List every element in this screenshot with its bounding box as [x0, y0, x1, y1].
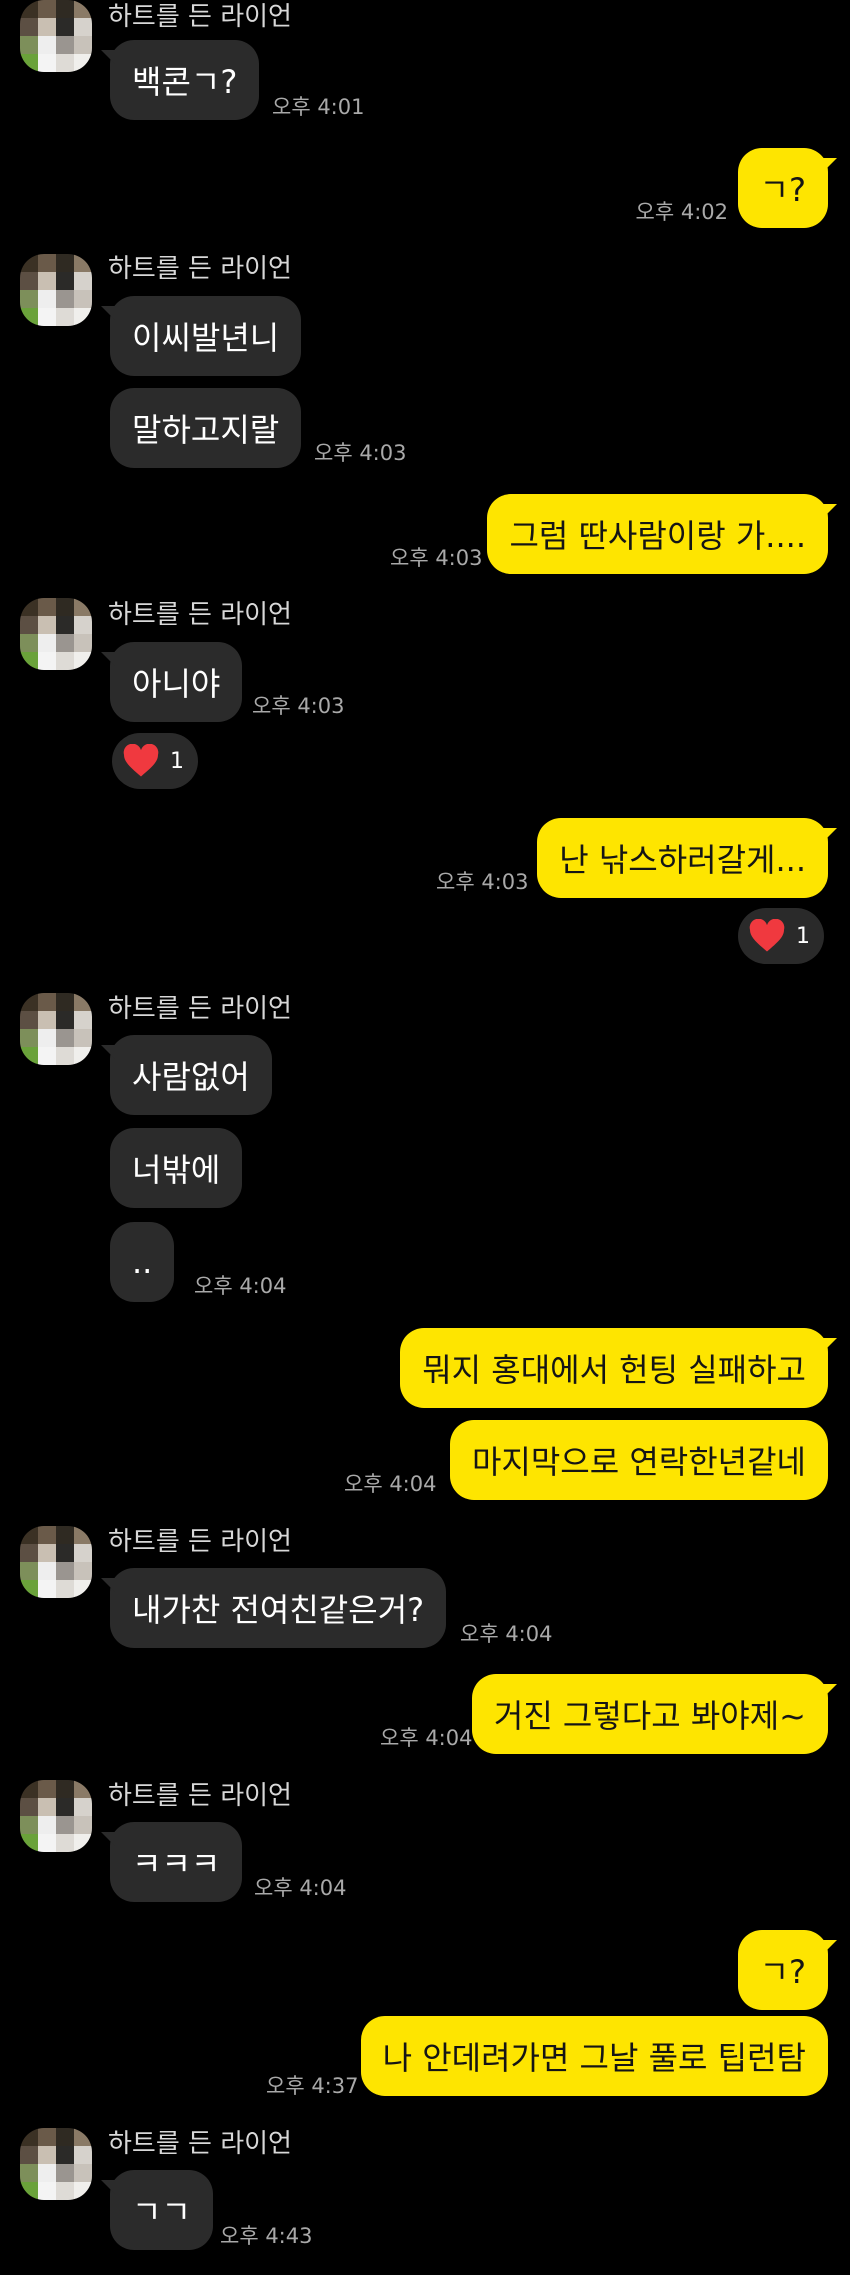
- message-time: 오후 4:43: [220, 2224, 313, 2248]
- contact-avatar[interactable]: [20, 598, 92, 670]
- contact-name: 하트를 든 라이언: [108, 1781, 292, 1811]
- heart-icon: [749, 919, 785, 952]
- message-time: 오후 4:03: [252, 694, 345, 718]
- message-bubble-incoming[interactable]: 아니야: [100, 642, 243, 722]
- reaction-badge[interactable]: 1: [112, 733, 198, 789]
- message-bubble-outgoing[interactable]: ㄱ?: [737, 148, 838, 228]
- contact-avatar[interactable]: [20, 993, 92, 1065]
- message-bubble-incoming[interactable]: 말하고지랄: [110, 388, 302, 468]
- message-bubble-outgoing[interactable]: ㄱ?: [737, 1930, 838, 2010]
- message-bubble-incoming[interactable]: ㄱㄱ: [101, 2170, 213, 2250]
- message-bubble-incoming[interactable]: 내가찬 전여친같은거?: [100, 1568, 447, 1648]
- contact-name: 하트를 든 라이언: [108, 1527, 292, 1557]
- message-bubble-outgoing[interactable]: 난 낚스하러갈게...: [537, 818, 837, 898]
- message-time: 오후 4:03: [390, 546, 483, 570]
- message-bubble-incoming[interactable]: ㅋㅋㅋ: [100, 1822, 243, 1902]
- contact-name: 하트를 든 라이언: [108, 600, 292, 630]
- message-bubble-outgoing[interactable]: 나 안데려가면 그날 풀로 팁런탐: [360, 2016, 828, 2096]
- message-bubble-incoming[interactable]: 너밖에: [110, 1128, 243, 1208]
- message-time: 오후 4:04: [380, 1726, 473, 1750]
- reaction-count: 1: [796, 923, 810, 949]
- message-time: 오후 4:04: [344, 1472, 437, 1496]
- message-bubble-outgoing[interactable]: 뭐지 홍대에서 헌팅 실패하고: [400, 1328, 837, 1408]
- contact-name: 하트를 든 라이언: [108, 254, 292, 284]
- contact-avatar[interactable]: [20, 2128, 92, 2200]
- message-bubble-incoming[interactable]: 사람없어: [101, 1035, 272, 1115]
- contact-avatar[interactable]: [20, 0, 92, 72]
- reaction-badge[interactable]: 1: [738, 908, 824, 964]
- message-time: 오후 4:03: [314, 441, 407, 465]
- message-bubble-outgoing[interactable]: 거진 그렇다고 봐야제~: [471, 1674, 838, 1754]
- reaction-count: 1: [170, 748, 184, 774]
- message-time: 오후 4:03: [436, 870, 529, 894]
- contact-name: 하트를 든 라이언: [108, 2, 292, 32]
- contact-name: 하트를 든 라이언: [108, 2129, 292, 2159]
- message-bubble-outgoing[interactable]: 마지막으로 연락한년같네: [449, 1420, 828, 1500]
- contact-avatar[interactable]: [20, 1780, 92, 1852]
- message-bubble-incoming[interactable]: 백콘ㄱ?: [100, 40, 260, 120]
- contact-avatar[interactable]: [20, 254, 92, 326]
- message-time: 오후 4:02: [635, 200, 728, 224]
- message-bubble-outgoing[interactable]: 그럼 딴사람이랑 가....: [487, 494, 837, 574]
- contact-name: 하트를 든 라이언: [108, 994, 292, 1024]
- message-time: 오후 4:04: [194, 1274, 287, 1298]
- message-time: 오후 4:01: [272, 95, 365, 119]
- message-time: 오후 4:04: [254, 1876, 347, 1900]
- message-time: 오후 4:37: [266, 2074, 359, 2098]
- message-time: 오후 4:04: [460, 1622, 553, 1646]
- message-bubble-incoming[interactable]: ..: [110, 1222, 175, 1302]
- contact-avatar[interactable]: [20, 1526, 92, 1598]
- message-bubble-incoming[interactable]: 이씨발년니: [100, 296, 302, 376]
- heart-icon: [123, 744, 159, 777]
